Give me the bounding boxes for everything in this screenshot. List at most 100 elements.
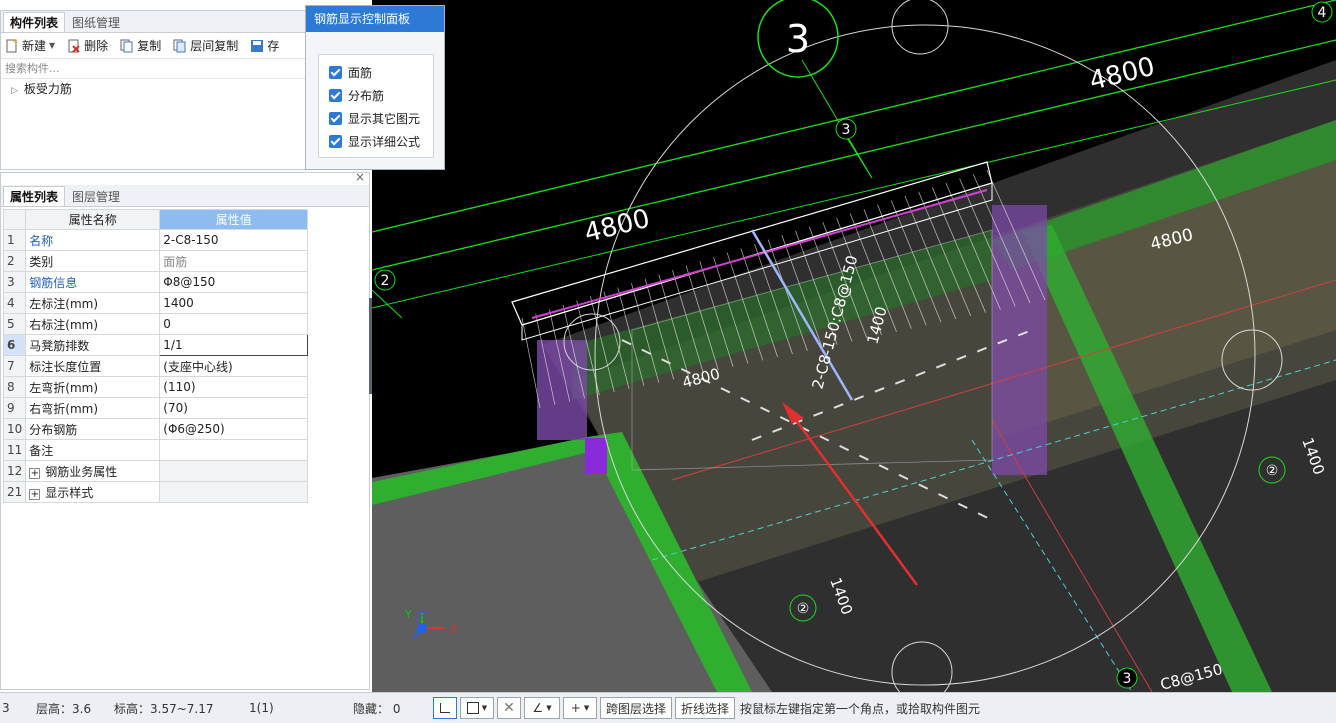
checkbox-show-other-elements[interactable]: 显示其它图元 xyxy=(319,107,433,130)
property-row[interactable]: 6 马凳筋排数 1/1 xyxy=(2,334,309,356)
property-value[interactable]: 1/1 xyxy=(159,334,309,356)
property-name: + 显示样式 xyxy=(25,481,161,503)
property-row[interactable]: 21 + 显示样式 xyxy=(2,481,309,503)
property-row[interactable]: 3 钢筋信息 Φ8@150 xyxy=(2,271,309,293)
property-value[interactable]: 面筋 xyxy=(159,250,309,272)
right-bubble-label: ② xyxy=(1266,463,1279,479)
property-value[interactable]: (Φ6@250) xyxy=(159,418,309,440)
floor-copy-button[interactable]: 层间复制 xyxy=(173,37,238,54)
property-row[interactable]: 1 名称 2-C8-150 xyxy=(2,229,309,251)
tab-drawing-management[interactable]: 图纸管理 xyxy=(65,12,127,32)
snap-point-icon: + xyxy=(570,701,581,715)
property-row[interactable]: 7 标注长度位置 (支座中心线) xyxy=(2,355,309,377)
copy-button[interactable]: 复制 xyxy=(120,37,161,54)
tab-property-list[interactable]: 属性列表 xyxy=(3,186,66,206)
property-value[interactable] xyxy=(159,439,309,461)
polyline-select-button[interactable]: 折线选择 xyxy=(675,697,736,719)
checkbox-distribution-rebar[interactable]: 分布筋 xyxy=(319,84,433,107)
3d-viewport[interactable]: 3 3 2 3 4 4800 4800 4800 2-C8-150:C8@150… xyxy=(372,0,1336,692)
property-name: 备注 xyxy=(25,439,161,461)
dim-left: 4800 xyxy=(581,204,652,249)
property-value[interactable] xyxy=(159,460,309,482)
tree-item-slab-rebar[interactable]: ▷ 板受力筋 xyxy=(1,79,305,99)
property-value[interactable]: (110) xyxy=(159,376,309,398)
rebar-display-control-panel: 钢筋显示控制面板 面筋 分布筋 显示其它图元 显示详细公式 xyxy=(305,5,445,170)
property-list-panel: × 属性列表 图层管理 属性名称 属性值 1 名称 2-C8-150 2 类别 面筋 3 钢筋… xyxy=(0,170,373,690)
property-name: 右弯折(mm) xyxy=(25,397,161,419)
expand-plus-icon[interactable]: + xyxy=(29,488,41,500)
select-box-button[interactable]: ▼ xyxy=(460,697,494,719)
chevron-down-icon[interactable]: ▼ xyxy=(584,704,589,712)
status-hint: 按鼠标左键指定第一个角点，或拾取构件图元 xyxy=(740,701,981,716)
axis-z-label: Z xyxy=(418,610,426,623)
row-number: 12 xyxy=(2,460,27,482)
checkbox-face-rebar[interactable]: 面筋 xyxy=(319,61,433,84)
status-floor: 3 xyxy=(2,701,10,715)
checkbox-checked-icon[interactable] xyxy=(329,112,342,125)
angle-button[interactable]: ∠ ▼ xyxy=(524,697,560,719)
property-name: 马凳筋排数 xyxy=(25,334,161,356)
bottom-bubble-label: ② xyxy=(797,601,810,617)
angle-icon: ∠ xyxy=(532,701,544,715)
delete-button[interactable]: 删除 xyxy=(67,37,108,54)
close-icon[interactable]: × xyxy=(355,170,365,184)
chevron-down-icon[interactable]: ▼ xyxy=(482,704,487,712)
property-row[interactable]: 2 类别 面筋 xyxy=(2,250,309,272)
property-row[interactable]: 11 备注 xyxy=(2,439,309,461)
tab-component-list[interactable]: 构件列表 xyxy=(3,12,66,32)
property-name: 分布钢筋 xyxy=(25,418,161,440)
new-file-icon xyxy=(5,38,19,53)
chevron-down-icon[interactable]: ▼ xyxy=(546,704,551,712)
property-value[interactable]: 0 xyxy=(159,313,309,335)
row-number: 9 xyxy=(2,397,27,419)
expand-arrow-icon[interactable]: ▷ xyxy=(11,86,18,96)
property-value[interactable]: 2-C8-150 xyxy=(159,229,309,251)
property-row[interactable]: 8 左弯折(mm) (110) xyxy=(2,376,309,398)
checkbox-show-detailed-formula[interactable]: 显示详细公式 xyxy=(319,130,433,153)
checkbox-checked-icon[interactable] xyxy=(329,66,342,79)
row-number: 1 xyxy=(2,229,27,251)
checkbox-checked-icon[interactable] xyxy=(329,135,342,148)
axis-label-3-bottom: 3 xyxy=(1123,671,1132,687)
property-value[interactable]: Φ8@150 xyxy=(159,271,309,293)
column-purple xyxy=(585,438,607,474)
row-number: 4 xyxy=(2,292,27,314)
component-search-input[interactable]: 搜索构件... xyxy=(1,59,305,79)
row-number: 5 xyxy=(2,313,27,335)
property-value[interactable]: (70) xyxy=(159,397,309,419)
property-name: 钢筋信息 xyxy=(25,271,161,293)
property-name: 右标注(mm) xyxy=(25,313,161,335)
tab-layer-management[interactable]: 图层管理 xyxy=(65,186,127,206)
property-row[interactable]: 10 分布钢筋 (Φ6@250) xyxy=(2,418,309,440)
ortho-snap-button[interactable] xyxy=(433,697,457,719)
header-property-value: 属性值 xyxy=(159,209,309,230)
property-row[interactable]: 12 + 钢筋业务属性 xyxy=(2,460,309,482)
axis-y-label: Y xyxy=(404,608,412,621)
expand-plus-icon[interactable]: + xyxy=(29,467,41,479)
row-number: 10 xyxy=(2,418,27,440)
property-rows: 1 名称 2-C8-150 2 类别 面筋 3 钢筋信息 Φ8@150 4 左标注(mm) 1400 5… xyxy=(2,229,309,503)
checkbox-checked-icon[interactable] xyxy=(329,89,342,102)
snap-point-button[interactable]: + ▼ xyxy=(563,697,597,719)
save-button[interactable]: 存 xyxy=(250,37,279,54)
header-property-name: 属性名称 xyxy=(25,209,161,230)
row-number: 2 xyxy=(2,250,27,272)
viewport-canvas[interactable]: 3 3 2 3 4 4800 4800 4800 2-C8-150:C8@150… xyxy=(372,0,1336,692)
property-name: 左标注(mm) xyxy=(25,292,161,314)
property-row[interactable]: 9 右弯折(mm) (70) xyxy=(2,397,309,419)
cross-layer-select-button[interactable]: 跨图层选择 xyxy=(600,697,673,719)
property-value[interactable]: (支座中心线) xyxy=(159,355,309,377)
row-number: 3 xyxy=(2,271,27,293)
property-value[interactable] xyxy=(159,481,309,503)
property-row[interactable]: 5 右标注(mm) 0 xyxy=(2,313,309,335)
property-value[interactable]: 1400 xyxy=(159,292,309,314)
property-name: 左弯折(mm) xyxy=(25,376,161,398)
property-table-header: 属性名称 属性值 xyxy=(2,209,309,230)
cross-select-button[interactable]: ✕ xyxy=(497,697,521,719)
axis-label-3-big: 3 xyxy=(786,17,810,61)
chevron-down-icon[interactable]: ▼ xyxy=(49,41,55,50)
component-toolbar: 新建 ▼ 删除 复制 层间复制 存 xyxy=(1,33,305,59)
new-button[interactable]: 新建 ▼ xyxy=(5,37,55,54)
property-row[interactable]: 4 左标注(mm) 1400 xyxy=(2,292,309,314)
row-number: 8 xyxy=(2,376,27,398)
